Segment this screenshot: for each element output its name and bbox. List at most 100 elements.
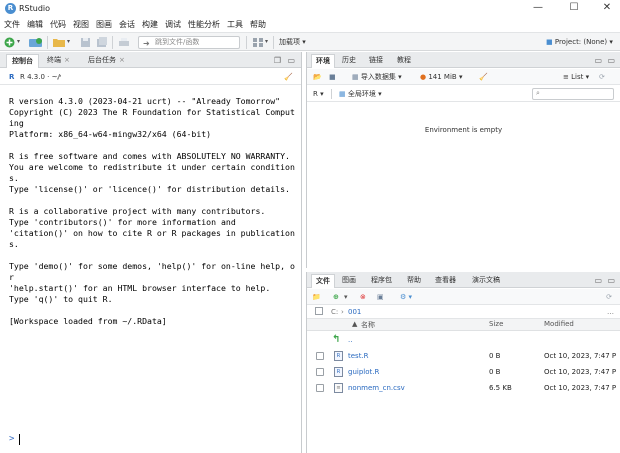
toolbar-separator (273, 36, 274, 49)
menu-session[interactable]: 会话 (115, 17, 138, 32)
home-icon[interactable]: C: (331, 307, 338, 317)
menu-debug[interactable]: 调试 (161, 17, 184, 32)
tab-packages[interactable]: 程序包 (367, 274, 396, 288)
tab-console[interactable]: 控制台 (6, 54, 39, 68)
menu-code[interactable]: 代码 (46, 17, 69, 32)
save-icon[interactable] (80, 37, 91, 48)
new-blank-file-icon[interactable]: ⊕ (333, 292, 339, 302)
tab-history-label: 历史 (342, 56, 356, 64)
menu-view[interactable]: 视图 (69, 17, 92, 32)
clear-objects-icon[interactable]: 🧹 (479, 72, 488, 82)
file-checkbox[interactable] (316, 368, 324, 376)
console-line: R version 4.3.0 (2023-04-21 ucrt) -- "Al… (9, 96, 281, 106)
file-checkbox[interactable] (316, 352, 324, 360)
minimize-pane-icon[interactable]: ▭ (594, 276, 602, 285)
project-menu[interactable]: ■ Project: (None) ▾ (546, 37, 613, 48)
tab-help[interactable]: 帮助 (403, 274, 425, 288)
rename-icon[interactable]: ▣ (377, 292, 384, 302)
close-window-button[interactable]: ✕ (590, 0, 620, 17)
save-all-icon[interactable] (96, 37, 108, 48)
new-project-icon[interactable] (28, 37, 43, 48)
new-folder-icon[interactable]: 📁 (312, 292, 321, 302)
tab-connections[interactable]: 链接 (365, 54, 387, 68)
more-options-icon[interactable]: … (607, 307, 614, 317)
new-file-dropdown-icon[interactable]: ▾ (17, 38, 20, 49)
select-all-checkbox[interactable] (315, 307, 323, 318)
column-modified[interactable]: Modified (544, 320, 574, 328)
environment-scope-bar: R ▾ ▦ 全局环境 ▾ ⌕ (307, 86, 620, 102)
memory-usage-button[interactable]: ● 141 MiB ▾ (420, 72, 462, 82)
grid-layout-icon[interactable] (252, 37, 264, 48)
file-name[interactable]: test.R (348, 348, 369, 364)
go-to-file-input[interactable]: ➜ 跳到文件/函数 (138, 36, 240, 49)
go-to-placeholder: 跳到文件/函数 (155, 38, 200, 46)
close-icon[interactable]: × (119, 56, 125, 64)
open-recent-dropdown-icon[interactable]: ▾ (67, 38, 70, 49)
file-name[interactable]: guiplot.R (348, 364, 379, 380)
addins-menu[interactable]: 加载项 ▾ (279, 37, 306, 48)
save-workspace-icon[interactable]: ■ (329, 72, 336, 82)
language-select[interactable]: R ▾ (313, 89, 324, 99)
menu-build[interactable]: 构建 (138, 17, 161, 32)
minimize-pane-icon[interactable]: ▭ (594, 56, 602, 65)
column-size[interactable]: Size (489, 320, 503, 328)
tab-tutorial[interactable]: 教程 (393, 54, 415, 68)
file-size: 0 B (489, 368, 501, 376)
tab-history[interactable]: 历史 (338, 54, 360, 68)
file-row[interactable]: R test.R 0 B Oct 10, 2023, 7:47 P (307, 348, 620, 364)
file-row[interactable]: R guiplot.R 0 B Oct 10, 2023, 7:47 P (307, 364, 620, 380)
global-env-icon: ▦ (339, 90, 346, 98)
maximize-button[interactable]: ☐ (557, 0, 591, 17)
menu-plots[interactable]: 图画 (92, 17, 115, 32)
new-file-dropdown-icon[interactable]: ▾ (344, 292, 348, 302)
environment-toolbar: 📂 ■ ▦ 导入数据集 ▾ ● 141 MiB ▾ 🧹 ≡ List ▾ ⟳ (307, 69, 620, 85)
more-gear-icon[interactable]: ⚙ ▾ (400, 292, 412, 302)
menu-edit[interactable]: 编辑 (23, 17, 46, 32)
file-name[interactable]: nonmem_cn.csv (348, 380, 405, 396)
open-folder-icon[interactable] (52, 37, 66, 48)
file-checkbox[interactable] (316, 384, 324, 392)
breadcrumb-folder[interactable]: 001 (348, 307, 361, 317)
toolbar-separator (112, 36, 113, 49)
menu-help[interactable]: 帮助 (246, 17, 269, 32)
menu-file[interactable]: 文件 (0, 17, 23, 32)
close-icon[interactable]: × (64, 56, 70, 64)
environment-search-input[interactable]: ⌕ (532, 88, 614, 100)
menu-profile[interactable]: 性能分析 (184, 17, 223, 32)
import-dataset-button[interactable]: ▦ 导入数据集 ▾ (352, 72, 402, 82)
environment-scope-select[interactable]: ▦ 全局环境 ▾ (339, 89, 382, 99)
maximize-pane-icon[interactable]: ▭ (607, 276, 615, 285)
restore-pane-icon[interactable]: ❐ (274, 56, 281, 65)
refresh-icon[interactable]: ⟳ (599, 72, 605, 82)
tab-background-jobs[interactable]: 后台任务 × (83, 54, 130, 68)
tab-plots[interactable]: 图画 (338, 274, 360, 288)
tab-terminal[interactable]: 终端 × (42, 54, 75, 68)
file-row[interactable]: ≡ nonmem_cn.csv 6.5 KB Oct 10, 2023, 7:4… (307, 380, 620, 396)
tab-presentation[interactable]: 演示文稿 (468, 274, 504, 288)
file-modified: Oct 10, 2023, 7:47 P (544, 384, 617, 392)
delete-icon[interactable]: ⊗ (360, 292, 366, 302)
load-workspace-icon[interactable]: 📂 (313, 72, 322, 82)
console-output[interactable]: R version 4.3.0 (2023-04-21 ucrt) -- "Al… (9, 96, 299, 327)
tab-viewer[interactable]: 查看器 (431, 274, 460, 288)
maximize-pane-icon[interactable]: ▭ (287, 56, 295, 65)
go-to-directory-icon[interactable]: ↗ (56, 72, 62, 82)
print-icon[interactable] (118, 37, 130, 48)
new-file-icon[interactable] (4, 37, 15, 48)
breadcrumb-root[interactable]: C: (331, 308, 338, 316)
clear-console-icon[interactable]: 🧹 (284, 72, 293, 82)
maximize-pane-icon[interactable]: ▭ (607, 56, 615, 65)
refresh-icon[interactable]: ⟳ (606, 292, 612, 302)
view-mode-select[interactable]: ≡ List ▾ (563, 72, 589, 82)
tab-environment[interactable]: 环境 (311, 54, 335, 68)
menu-tools[interactable]: 工具 (223, 17, 246, 32)
parent-directory-row[interactable]: ↰ .. (307, 332, 620, 348)
minimize-button[interactable]: — (521, 0, 555, 17)
breadcrumb: C: › 001 … (307, 305, 620, 319)
column-name[interactable]: 名称 (361, 320, 375, 330)
layout-dropdown-icon[interactable]: ▾ (265, 38, 268, 49)
parent-directory-link[interactable]: .. (348, 332, 352, 348)
tab-files[interactable]: 文件 (311, 274, 335, 288)
go-to-arrow-icon: ➜ (143, 39, 150, 48)
